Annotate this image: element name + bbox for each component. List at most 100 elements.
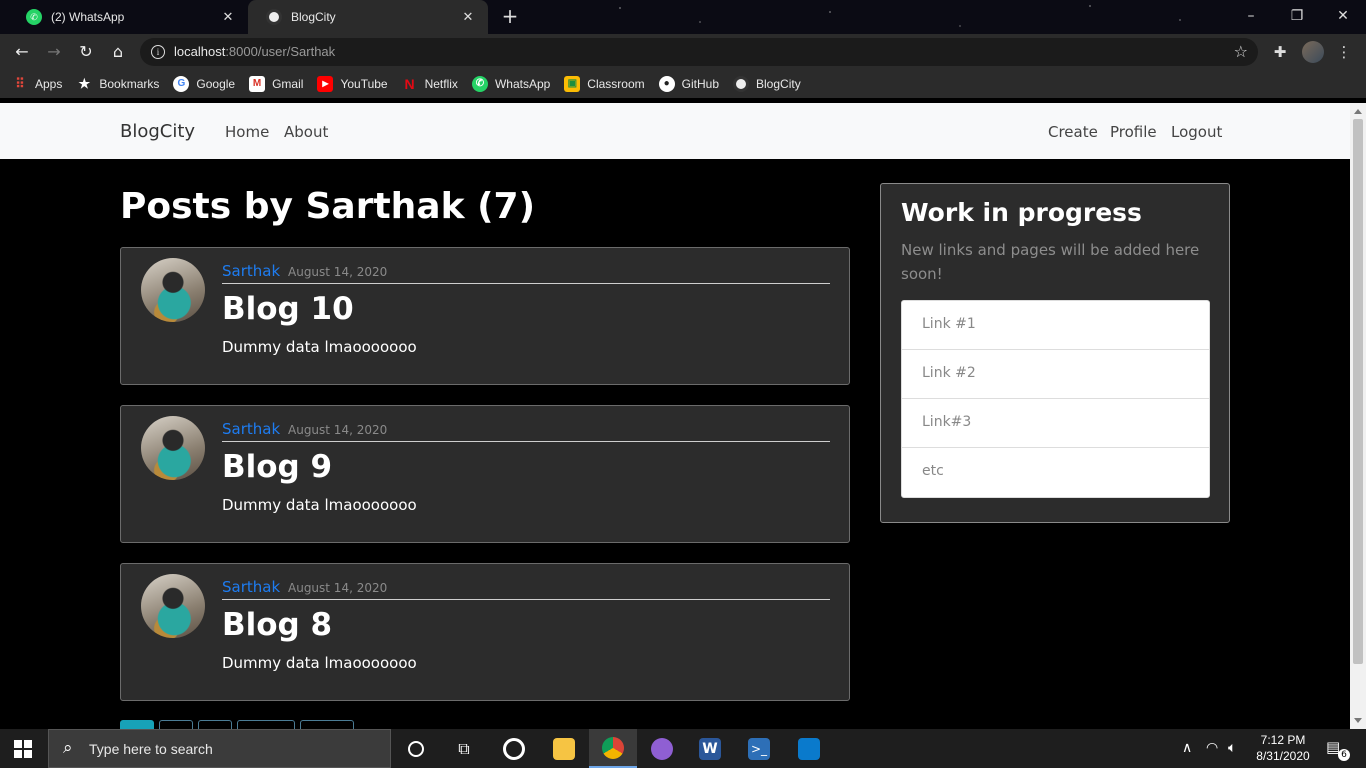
bookmark-label: BlogCity: [756, 77, 801, 91]
file-explorer-icon[interactable]: [540, 729, 588, 768]
scroll-up-arrow-icon[interactable]: [1354, 109, 1362, 114]
page-button[interactable]: [300, 720, 354, 729]
nav-about-link[interactable]: About: [284, 123, 328, 141]
menu-kebab-icon[interactable]: ⋮: [1334, 42, 1354, 62]
search-icon: ⌕: [63, 738, 73, 758]
task-view-icon[interactable]: ⧉: [440, 729, 488, 768]
bookmark-netflix[interactable]: N Netflix: [402, 76, 458, 92]
gmail-icon: M: [249, 76, 266, 92]
page-button[interactable]: [237, 720, 295, 729]
cortana-circle-icon[interactable]: [392, 729, 440, 768]
home-icon[interactable]: ⌂: [108, 42, 128, 62]
back-arrow-icon[interactable]: ←: [12, 42, 32, 62]
bookmark-label: WhatsApp: [494, 77, 551, 91]
bookmark-apps[interactable]: ⠿ Apps: [12, 76, 62, 92]
author-link[interactable]: Sarthak: [222, 578, 280, 596]
scroll-down-arrow-icon[interactable]: [1354, 718, 1362, 723]
bookmark-gmail[interactable]: M Gmail: [249, 76, 303, 92]
sidebar-link-etc[interactable]: etc: [902, 448, 1209, 497]
sidebar-description: New links and pages will be added here s…: [901, 241, 1200, 283]
bookmark-label: GitHub: [681, 77, 720, 91]
pagination: [120, 720, 359, 729]
nav-home-link[interactable]: Home: [225, 123, 269, 141]
scrollbar-thumb[interactable]: [1353, 119, 1363, 664]
author-link[interactable]: Sarthak: [222, 262, 280, 280]
post-title-link[interactable]: Blog 8: [222, 607, 332, 643]
github-desktop-icon[interactable]: [638, 729, 686, 768]
site-navbar: BlogCity Home About Create Profile Logou…: [0, 103, 1350, 159]
profile-avatar[interactable]: [1302, 41, 1324, 63]
minimize-button[interactable]: –: [1240, 5, 1262, 27]
page-button-active[interactable]: [120, 720, 154, 729]
bookmark-label: Google: [196, 77, 236, 91]
youtube-icon: ▶: [317, 76, 334, 92]
forward-arrow-icon[interactable]: →: [44, 42, 64, 62]
whatsapp-icon: ✆: [26, 9, 42, 25]
close-tab-icon[interactable]: ✕: [220, 9, 236, 25]
post-content: Dummy data lmaooooooo: [222, 496, 417, 514]
sidebar-card: Work in progress New links and pages wil…: [880, 183, 1230, 523]
bookmark-whatsapp[interactable]: ✆ WhatsApp: [471, 76, 551, 92]
post-meta: Sarthak August 14, 2020: [222, 262, 830, 284]
restore-button[interactable]: ❐: [1286, 5, 1308, 27]
site-info-icon[interactable]: i: [151, 45, 165, 59]
nav-logout-link[interactable]: Logout: [1171, 123, 1222, 141]
google-icon: G: [173, 76, 190, 92]
post-date: August 14, 2020: [288, 265, 388, 279]
url-host: localhost: [174, 44, 226, 59]
reload-icon[interactable]: ↻: [76, 42, 96, 62]
taskbar-search-box[interactable]: ⌕ Type here to search: [48, 729, 391, 768]
bookmark-classroom[interactable]: ▣ Classroom: [564, 76, 645, 92]
system-clock[interactable]: 7:12 PM 8/31/2020: [1252, 732, 1314, 764]
author-avatar: [141, 574, 205, 638]
bookmark-star-icon[interactable]: ☆: [1234, 42, 1248, 61]
clock-date: 8/31/2020: [1256, 749, 1310, 763]
search-placeholder: Type here to search: [89, 741, 213, 757]
page-button[interactable]: [198, 720, 232, 729]
volume-icon[interactable]: 🔈︎: [1228, 740, 1236, 756]
globe-icon: [266, 9, 282, 25]
close-window-button[interactable]: ✕: [1332, 5, 1354, 27]
powershell-icon[interactable]: >_: [735, 729, 783, 768]
author-link[interactable]: Sarthak: [222, 420, 280, 438]
new-tab-button[interactable]: +: [500, 6, 520, 26]
bookmarks-bar: ⠿ Apps ★ Bookmarks G Google M Gmail ▶ YouTube…: [0, 70, 1366, 98]
sidebar-link-2[interactable]: Link #2: [902, 350, 1209, 399]
close-tab-icon[interactable]: ✕: [460, 9, 476, 25]
url-text: localhost:8000/user/Sarthak: [174, 44, 335, 59]
tab-title: (2) WhatsApp: [51, 10, 125, 24]
chrome-taskbar-icon[interactable]: [589, 729, 637, 768]
sidebar-link-1[interactable]: Link #1: [902, 301, 1209, 350]
media-app-icon[interactable]: [490, 729, 538, 768]
nav-profile-link[interactable]: Profile: [1110, 123, 1157, 141]
whatsapp-icon: ✆: [471, 76, 488, 92]
page-scrollbar[interactable]: [1350, 103, 1366, 729]
wifi-icon[interactable]: ◠: [1206, 740, 1218, 756]
post-card: Sarthak August 14, 2020 Blog 8 Dummy dat…: [120, 563, 850, 701]
windows-start-icon[interactable]: [14, 740, 32, 758]
post-title-link[interactable]: Blog 9: [222, 449, 332, 485]
sidebar-link-3[interactable]: Link#3: [902, 399, 1209, 448]
brand-link[interactable]: BlogCity: [120, 121, 195, 142]
vscode-icon[interactable]: [785, 729, 833, 768]
sidebar-heading: Work in progress: [901, 198, 1142, 227]
post-title-link[interactable]: Blog 10: [222, 291, 354, 327]
post-card: Sarthak August 14, 2020 Blog 9 Dummy dat…: [120, 405, 850, 543]
extensions-puzzle-icon[interactable]: ✚: [1270, 42, 1290, 62]
nav-create-link[interactable]: Create: [1048, 123, 1098, 141]
bookmark-blogcity[interactable]: BlogCity: [733, 76, 801, 92]
apps-grid-icon: ⠿: [15, 76, 25, 91]
tab-blogcity[interactable]: BlogCity ✕: [248, 0, 488, 34]
bookmark-github[interactable]: ● GitHub: [658, 76, 720, 92]
github-icon: ●: [658, 76, 675, 92]
post-meta: Sarthak August 14, 2020: [222, 578, 830, 600]
bookmark-bookmarks[interactable]: ★ Bookmarks: [76, 76, 160, 92]
address-bar[interactable]: i localhost:8000/user/Sarthak ☆: [140, 38, 1258, 66]
post-content: Dummy data lmaooooooo: [222, 338, 417, 356]
word-icon[interactable]: W: [686, 729, 734, 768]
tab-whatsapp[interactable]: ✆ (2) WhatsApp ✕: [8, 0, 248, 34]
bookmark-youtube[interactable]: ▶ YouTube: [317, 76, 388, 92]
bookmark-google[interactable]: G Google: [173, 76, 235, 92]
page-button[interactable]: [159, 720, 193, 729]
tray-chevron-up-icon[interactable]: ∧: [1182, 740, 1192, 756]
